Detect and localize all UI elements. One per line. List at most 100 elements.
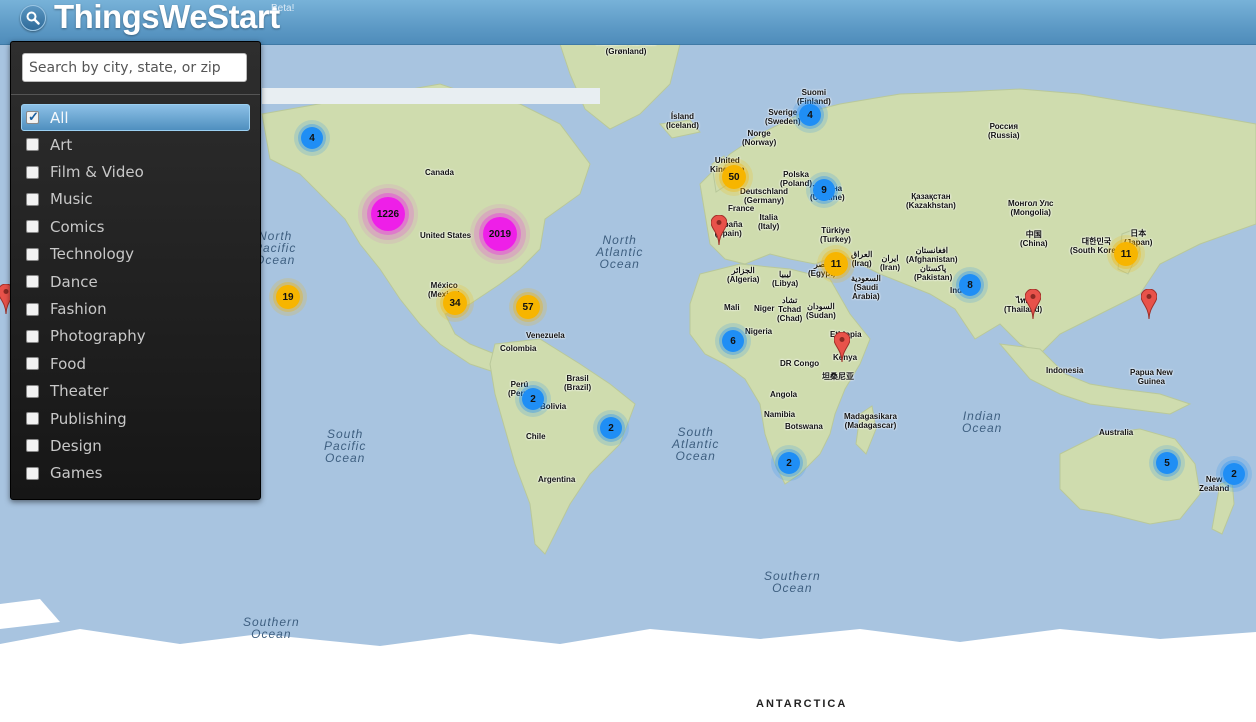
label-iran: ایران (Iran)	[880, 254, 900, 272]
category-label: Technology	[50, 245, 135, 264]
category-item-technology[interactable]: Technology	[11, 241, 260, 268]
search-toggle-button[interactable]	[20, 5, 46, 31]
category-label: Music	[50, 190, 93, 209]
cluster-marker[interactable]: 2	[522, 388, 544, 410]
category-label: Fashion	[50, 300, 107, 319]
cluster-marker[interactable]: 2	[600, 417, 622, 439]
checkbox[interactable]	[26, 247, 39, 261]
location-pin-icon[interactable]	[1141, 289, 1157, 319]
category-item-film-video[interactable]: Film & Video	[11, 158, 260, 185]
category-label: Publishing	[50, 409, 127, 428]
cluster-marker[interactable]: 50	[722, 165, 746, 189]
label-sudan: السودان (Sudan)	[806, 302, 836, 320]
label-norge: Norge (Norway)	[742, 129, 777, 147]
beta-badge: Beta!	[271, 3, 295, 14]
label-saudi: السعودية (Saudi Arabia)	[851, 274, 881, 301]
checkbox[interactable]	[26, 357, 39, 371]
checkbox[interactable]	[26, 192, 39, 206]
category-item-publishing[interactable]: Publishing	[11, 405, 260, 432]
cluster-marker[interactable]: 57	[516, 295, 540, 319]
cluster-marker[interactable]: 5	[1156, 452, 1178, 474]
checkbox[interactable]	[26, 412, 39, 426]
cluster-marker[interactable]: 34	[443, 291, 467, 315]
category-label: Photography	[50, 327, 146, 346]
cluster-marker[interactable]: 8	[959, 274, 981, 296]
category-item-comics[interactable]: Comics	[11, 213, 260, 240]
checkbox[interactable]	[26, 302, 39, 316]
label-italia: Italia (Italy)	[758, 213, 780, 231]
label-antarctica: ANTARCTICA	[756, 698, 848, 710]
label-indonesia: Indonesia	[1046, 366, 1084, 375]
cluster-marker[interactable]: 11	[824, 252, 848, 276]
label-angola: Angola	[770, 390, 798, 399]
category-item-music[interactable]: Music	[11, 186, 260, 213]
label-afghanistan: افغانستان (Afghanistan)	[906, 246, 958, 264]
label-chile: Chile	[526, 432, 546, 441]
category-label: All	[50, 108, 69, 127]
location-pin-icon[interactable]	[711, 215, 727, 245]
checkbox[interactable]	[26, 165, 39, 179]
label-indian: Indian Ocean	[962, 409, 1003, 435]
cluster-marker[interactable]: 2019	[483, 217, 517, 251]
cluster-marker[interactable]: 4	[301, 127, 323, 149]
cluster-marker[interactable]: 11	[1114, 242, 1138, 266]
cluster-marker[interactable]: 2	[1223, 463, 1245, 485]
category-label: Games	[50, 464, 103, 483]
category-item-all[interactable]: ✓ All	[21, 104, 250, 131]
checkmark-icon: ✓	[28, 109, 39, 124]
label-namibia: Namibia	[764, 410, 796, 419]
label-papua: Papua New Guinea	[1130, 368, 1173, 386]
label-venezuela: Venezuela	[526, 331, 565, 340]
label-southern-ocean-2: Southern Ocean	[243, 615, 300, 641]
category-item-art[interactable]: Art	[11, 131, 260, 158]
cluster-marker[interactable]: 1226	[371, 197, 405, 231]
magnifier-icon	[26, 11, 40, 25]
cluster-marker[interactable]: 4	[799, 104, 821, 126]
category-item-design[interactable]: Design	[11, 432, 260, 459]
category-label: Comics	[50, 217, 105, 236]
label-iraq: العراق (Iraq)	[851, 250, 873, 268]
checkbox[interactable]	[26, 220, 39, 234]
checkbox[interactable]	[26, 384, 39, 398]
label-mali: Mali	[724, 303, 740, 312]
checkbox[interactable]	[26, 138, 39, 152]
label-north-atlantic: North Atlantic Ocean	[596, 233, 644, 271]
label-russia: Россия (Russia)	[988, 122, 1020, 140]
label-france: France	[728, 204, 755, 213]
filter-panel: ✓ All Art Film & Video Music Comics Tech…	[10, 41, 261, 500]
checkbox[interactable]	[26, 439, 39, 453]
category-label: Film & Video	[50, 163, 144, 182]
location-search-input[interactable]	[22, 53, 247, 82]
category-item-food[interactable]: Food	[11, 350, 260, 377]
category-item-photography[interactable]: Photography	[11, 323, 260, 350]
location-pin-icon[interactable]	[834, 332, 850, 362]
cluster-marker[interactable]: 6	[722, 330, 744, 352]
label-china: 中国 (China)	[1020, 230, 1048, 248]
label-algeria: الجزائر (Algeria)	[727, 266, 760, 284]
label-madagasikara: Madagasikara (Madagascar)	[844, 412, 897, 430]
label-argentina: Argentina	[538, 475, 576, 484]
label-mongolia: Монгол Улс (Mongolia)	[1008, 199, 1054, 217]
category-label: Art	[50, 135, 73, 154]
cluster-marker[interactable]: 19	[276, 285, 300, 309]
label-niger: Niger	[754, 304, 775, 313]
category-item-games[interactable]: Games	[11, 460, 260, 487]
label-pakistan: پاکستان (Pakistan)	[914, 264, 953, 282]
label-bolivia: Bolivia	[540, 402, 567, 411]
category-item-fashion[interactable]: Fashion	[11, 295, 260, 322]
checkbox[interactable]	[26, 275, 39, 289]
label-botswana: Botswana	[785, 422, 823, 431]
label-sverige: Sverige (Sweden)	[765, 108, 801, 126]
cluster-marker[interactable]: 9	[813, 179, 835, 201]
location-pin-icon[interactable]	[1025, 289, 1041, 319]
label-dr-congo: DR Congo	[780, 359, 820, 368]
category-item-dance[interactable]: Dance	[11, 268, 260, 295]
category-item-theater[interactable]: Theater	[11, 378, 260, 405]
site-logo[interactable]: ThingsWeStart	[54, 0, 280, 36]
label-tchad: تشاد Tchad (Chad)	[777, 296, 803, 323]
checkbox[interactable]: ✓	[26, 109, 39, 124]
category-label: Food	[50, 354, 86, 373]
checkbox[interactable]	[26, 466, 39, 480]
checkbox[interactable]	[26, 329, 39, 343]
cluster-marker[interactable]: 2	[778, 452, 800, 474]
